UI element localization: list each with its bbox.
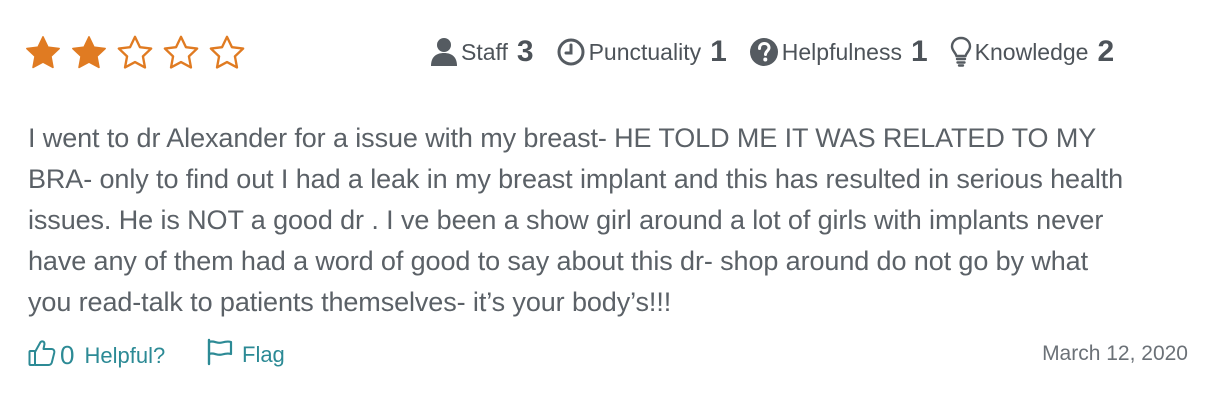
helpful-label: Helpful? <box>84 342 166 368</box>
review-text-line: you read-talk to patients themselves- it… <box>28 287 672 317</box>
star-empty-icon <box>116 34 154 72</box>
rating-label: Helpfulness <box>781 38 902 65</box>
clock-icon <box>556 37 586 67</box>
rating-value: 2 <box>1097 35 1115 68</box>
star-rating <box>24 34 246 72</box>
star-filled-icon <box>70 34 108 72</box>
rating-helpfulness: Helpfulness 1 <box>749 35 928 69</box>
sub-ratings: Staff 3 Punctuality 1 Helpfulness 1 Know… <box>430 28 1114 76</box>
flag-icon <box>206 338 234 371</box>
rating-label: Punctuality <box>588 38 702 65</box>
rating-label: Knowledge <box>974 38 1089 65</box>
flag-button[interactable]: Flag <box>206 338 285 371</box>
rating-label: Staff <box>461 38 508 65</box>
star-filled-icon <box>24 34 62 72</box>
star-empty-icon <box>208 34 246 72</box>
rating-knowledge: Knowledge 2 <box>950 35 1115 69</box>
helpful-button[interactable]: 0 Helpful? <box>28 338 165 373</box>
rating-staff: Staff 3 <box>430 35 534 69</box>
question-circle-icon <box>749 37 779 67</box>
user-icon <box>430 37 458 67</box>
review-text-line: I went to dr Alexander for a issue with … <box>28 123 1097 153</box>
thumbs-up-icon <box>28 338 56 373</box>
lightbulb-icon <box>950 36 972 68</box>
rating-value: 3 <box>516 35 534 68</box>
flag-label: Flag <box>242 341 285 367</box>
review-header: Staff 3 Punctuality 1 Helpfulness 1 Know… <box>24 28 1194 76</box>
review-text-line: have any of them had a word of good to s… <box>28 246 1089 276</box>
review-footer: 0 Helpful? Flag March 12, 2020 <box>28 338 1188 378</box>
review-body: I went to dr Alexander for a issue with … <box>28 118 1198 323</box>
rating-value: 1 <box>910 35 928 68</box>
star-empty-icon <box>162 34 200 72</box>
rating-value: 1 <box>710 35 727 68</box>
review-text-line: BRA- only to find out I had a leak in my… <box>28 164 1124 194</box>
rating-punctuality: Punctuality 1 <box>556 35 727 69</box>
review-text-line: issues. He is NOT a good dr . I ve been … <box>28 205 1104 235</box>
helpful-count: 0 <box>60 340 75 370</box>
review-date: March 12, 2020 <box>1042 342 1188 365</box>
